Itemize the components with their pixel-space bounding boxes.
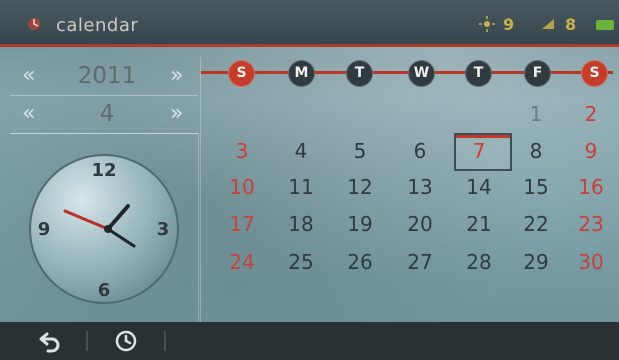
clock-number-6: 6 (98, 280, 111, 301)
calendar-day[interactable]: 28 (451, 245, 507, 279)
calendar-day[interactable] (392, 97, 448, 131)
weekday-wed: W (408, 60, 435, 87)
calendar-day[interactable] (451, 97, 507, 131)
calendar-day[interactable]: 25 (273, 245, 329, 279)
calendar-day[interactable]: 30 (563, 245, 619, 279)
calendar-day[interactable]: 22 (508, 207, 564, 241)
bottom-divider (86, 331, 88, 351)
calendar-day[interactable] (273, 97, 329, 131)
calendar-day[interactable]: 15 (508, 170, 564, 204)
calendar-day[interactable]: 24 (214, 245, 270, 279)
calendar-day[interactable]: 21 (451, 207, 507, 241)
month-selector: « 4 » (10, 95, 198, 134)
calendar-day[interactable]: 20 (392, 207, 448, 241)
clock-number-3: 3 (157, 219, 170, 240)
analog-clock: 12 3 6 9 (29, 154, 179, 304)
calendar-day[interactable] (332, 97, 388, 131)
year-next-button[interactable]: » (170, 63, 183, 88)
weekday-tue: T (346, 60, 373, 87)
clock-number-12: 12 (91, 160, 116, 181)
sun-icon (479, 16, 495, 32)
calendar-day[interactable]: 23 (563, 207, 619, 241)
calendar-day[interactable]: 1 (508, 97, 564, 131)
clock-icon[interactable] (114, 329, 138, 353)
analog-clock-panel: 12 3 6 9 (10, 133, 199, 323)
bottom-divider (164, 331, 166, 351)
indicator-1-value: 9 (503, 15, 515, 34)
calendar-day[interactable]: 4 (273, 134, 329, 168)
calendar-day[interactable]: 11 (273, 170, 329, 204)
weekday-sat: S (581, 60, 608, 87)
status-bar: calendar 9 8 (0, 0, 619, 47)
calendar-day[interactable]: 10 (214, 170, 270, 204)
calendar-day[interactable]: 26 (332, 245, 388, 279)
date-controls: « 2011 » « 4 » 12 3 6 9 (10, 57, 199, 323)
calendar-day[interactable]: 12 (332, 170, 388, 204)
indicator-2-value: 8 (565, 15, 577, 34)
bottom-bar (0, 322, 619, 360)
calendar-day[interactable] (214, 97, 270, 131)
calendar-day[interactable]: 14 (451, 170, 507, 204)
calendar-day[interactable]: 9 (563, 134, 619, 168)
back-icon[interactable] (38, 329, 62, 353)
calendar-day-selected[interactable]: 7 (451, 134, 507, 168)
calendar-day[interactable]: 2 (563, 97, 619, 131)
month-next-button[interactable]: » (170, 101, 183, 126)
clock-number-9: 9 (38, 219, 51, 240)
calendar-day[interactable]: 3 (214, 134, 270, 168)
calendar-grid: S M T W T F S 1 2 3 4 5 6 7 8 9 10 11 12… (200, 57, 613, 322)
weekday-fri: F (524, 60, 551, 87)
calendar-day[interactable]: 13 (392, 170, 448, 204)
calendar-day[interactable]: 8 (508, 134, 564, 168)
app-title: calendar (56, 15, 139, 36)
calendar-screen: calendar 9 8 « 2011 » « 4 » 12 3 6 9 S M… (0, 0, 619, 360)
weekday-mon: M (288, 60, 315, 87)
signal-icon (542, 19, 554, 29)
battery-icon (596, 20, 614, 30)
clock-center (104, 225, 112, 233)
year-selector: « 2011 » (10, 57, 198, 96)
calendar-day[interactable]: 29 (508, 245, 564, 279)
calendar-day[interactable]: 6 (392, 134, 448, 168)
weekday-thu: T (465, 60, 492, 87)
weekday-line (201, 71, 613, 74)
calendar-day[interactable]: 18 (273, 207, 329, 241)
calendar-day[interactable]: 16 (563, 170, 619, 204)
calendar-day[interactable]: 5 (332, 134, 388, 168)
month-value: 4 (99, 101, 115, 127)
calendar-day[interactable]: 27 (392, 245, 448, 279)
calendar-day[interactable]: 17 (214, 207, 270, 241)
year-value: 2011 (77, 63, 137, 89)
weekday-sun: S (228, 60, 255, 87)
calendar-app-icon (28, 18, 40, 30)
calendar-day[interactable]: 19 (332, 207, 388, 241)
